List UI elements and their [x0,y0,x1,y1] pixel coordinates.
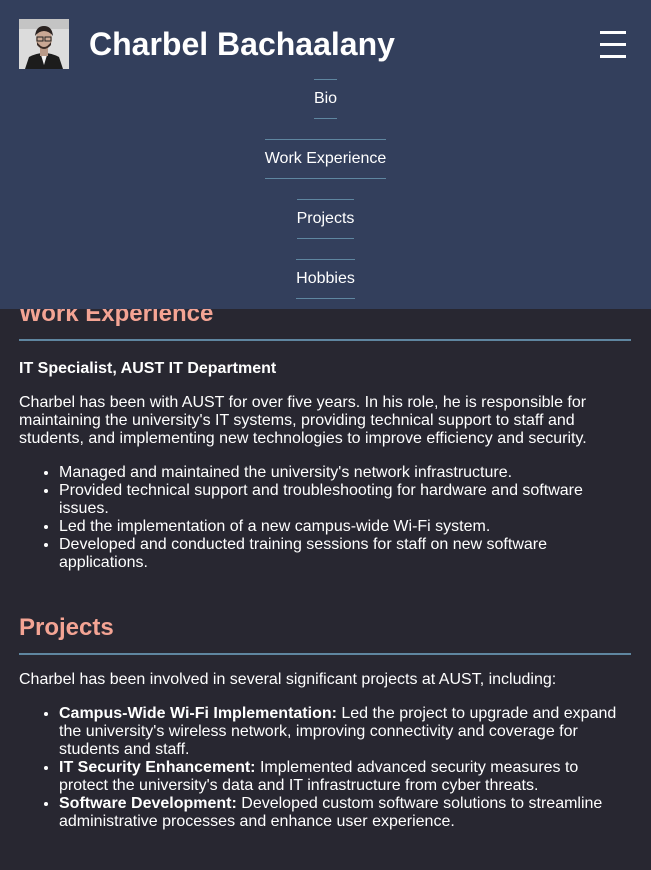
list-item: Managed and maintained the university's … [59,464,631,482]
project-name: Campus-Wide Wi-Fi Implementation: [59,705,337,722]
work-description: Charbel has been with AUST for over five… [19,394,587,447]
job-title: IT Specialist, AUST IT Department [19,360,277,377]
menu-bar [600,55,626,58]
site-title: Charbel Bachaalany [89,26,395,62]
list-item: IT Security Enhancement: Implemented adv… [59,759,631,795]
nav-menu: Bio Work Experience Projects Hobbies [0,79,651,319]
list-item: Campus-Wide Wi-Fi Implementation: Led th… [59,705,631,759]
projects-intro: Charbel has been involved in several sig… [19,671,557,688]
nav-item-bio: Bio [0,79,651,139]
menu-bar [600,43,626,46]
main-content: Work Experience IT Specialist, AUST IT D… [19,296,631,831]
nav-link-bio[interactable]: Bio [313,79,338,119]
list-item: Led the implementation of a new campus-w… [59,518,631,536]
nav-item-work-experience: Work Experience [0,139,651,199]
section-divider [19,339,631,341]
nav-link-projects[interactable]: Projects [296,199,355,239]
work-bullet-list: Managed and maintained the university's … [19,464,631,572]
site-header: Charbel Bachaalany Bio Work Experience P… [0,0,651,309]
list-item: Provided technical support and troublesh… [59,482,631,518]
hamburger-icon[interactable] [598,29,628,59]
avatar[interactable] [19,19,69,69]
profile-photo-icon [19,19,69,69]
project-name: Software Development: [59,795,237,812]
menu-bar [600,31,626,34]
projects-bullet-list: Campus-Wide Wi-Fi Implementation: Led th… [19,705,631,831]
project-name: IT Security Enhancement: [59,759,256,776]
nav-link-work-experience[interactable]: Work Experience [264,139,387,179]
projects-section: Projects Charbel has been involved in se… [19,610,631,831]
nav-item-projects: Projects [0,199,651,259]
list-item: Developed and conducted training session… [59,536,631,572]
work-experience-section: Work Experience IT Specialist, AUST IT D… [19,296,631,572]
section-divider [19,653,631,655]
projects-heading: Projects [19,614,114,641]
nav-item-hobbies: Hobbies [0,259,651,319]
nav-link-hobbies[interactable]: Hobbies [296,259,355,299]
list-item: Software Development: Developed custom s… [59,795,631,831]
